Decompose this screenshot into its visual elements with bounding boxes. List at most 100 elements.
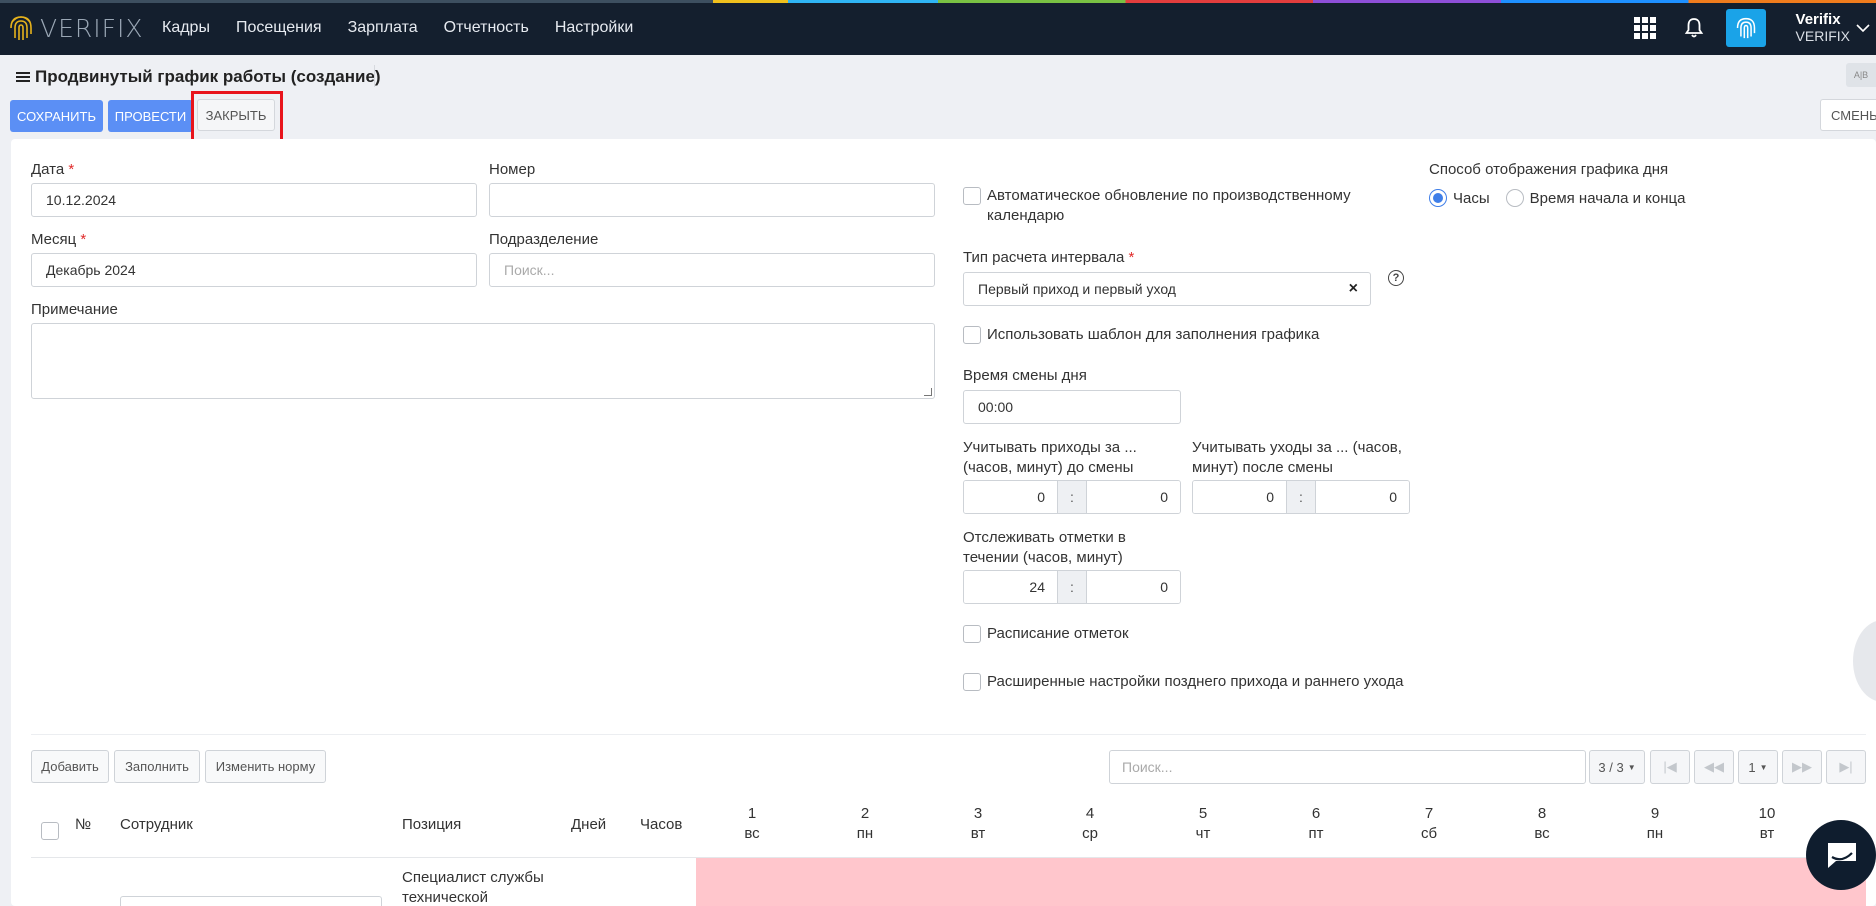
next-page-button[interactable]: ▶▶ — [1782, 750, 1822, 784]
nav-item-attendance[interactable]: Посещения — [236, 19, 322, 37]
number-field[interactable] — [489, 183, 935, 217]
col-day-6[interactable]: 6 пт — [1286, 804, 1346, 844]
add-button[interactable]: Добавить — [31, 750, 109, 783]
resize-handle[interactable] — [924, 388, 932, 396]
employee-select-input[interactable] — [120, 896, 382, 906]
month-field[interactable]: Декабрь 2024 — [31, 253, 477, 287]
auto-update-checkbox[interactable] — [963, 187, 981, 205]
page-select[interactable]: 1 ▼ — [1738, 750, 1778, 784]
post-button[interactable]: ПРОВЕСТИ — [108, 100, 193, 132]
col-position[interactable]: Позиция — [402, 816, 461, 833]
use-template-checkbox-row[interactable]: Использовать шаблон для заполнения графи… — [963, 325, 1319, 345]
col-employee[interactable]: Сотрудник — [120, 816, 193, 833]
arrivals-time-pair: 0 : 0 — [963, 480, 1181, 514]
select-all-checkbox[interactable] — [41, 822, 59, 840]
next-page-icon: ▶▶ — [1792, 759, 1812, 774]
fingerprint-icon — [1736, 17, 1755, 38]
use-template-checkbox[interactable] — [963, 326, 981, 344]
bell-icon[interactable] — [1682, 16, 1706, 40]
time-colon: : — [1057, 571, 1087, 603]
col-day-9[interactable]: 9 пн — [1625, 804, 1685, 844]
language-toggle-button[interactable]: A|B — [1846, 63, 1876, 87]
arrivals-hours-field[interactable]: 0 — [964, 481, 1057, 513]
user-name: Verifix — [1795, 10, 1841, 28]
marks-schedule-checkbox[interactable] — [963, 625, 981, 643]
col-day-1[interactable]: 1 вс — [722, 804, 782, 844]
auto-update-label: Автоматическое обновление по производств… — [987, 187, 1351, 224]
radio-start-end[interactable] — [1505, 189, 1524, 207]
advanced-settings-label: Расширенные настройки позднего прихода и… — [987, 673, 1404, 690]
menu-icon[interactable] — [16, 70, 30, 84]
shift-time-label: Время смены дня — [963, 367, 1087, 384]
radio-start-end-label[interactable]: Время начала и конца — [1530, 190, 1686, 207]
fill-button[interactable]: Заполнить — [114, 750, 200, 783]
display-mode-radio-group: Часы Время начала и конца — [1429, 189, 1685, 207]
page-title-text: Продвинутый график работы (создание) — [35, 67, 381, 86]
last-page-icon: ▶| — [1839, 759, 1853, 774]
table-search-input[interactable]: Поиск... — [1109, 750, 1586, 784]
nav-item-hr[interactable]: Кадры — [162, 19, 210, 37]
question-circle-icon[interactable]: ? — [1388, 270, 1404, 286]
radio-hours[interactable] — [1429, 189, 1447, 207]
prev-page-button[interactable]: ◀◀ — [1694, 750, 1734, 784]
arrivals-minutes-field[interactable]: 0 — [1087, 481, 1180, 513]
advanced-settings-checkbox-row[interactable]: Расширенные настройки позднего прихода и… — [963, 672, 1404, 692]
col-num[interactable]: № — [75, 816, 91, 833]
col-day-2[interactable]: 2 пн — [835, 804, 895, 844]
col-day-8[interactable]: 8 вс — [1512, 804, 1572, 844]
date-field[interactable]: 10.12.2024 — [31, 183, 477, 217]
note-textarea[interactable] — [31, 323, 935, 399]
page-title: Продвинутый график работы (создание) — [16, 67, 381, 87]
user-menu[interactable]: Verifix VERIFIX — [1796, 11, 1850, 45]
col-day-5[interactable]: 5 чт — [1173, 804, 1233, 844]
logo-text: VERIFIX — [40, 13, 144, 43]
departures-hours-field[interactable]: 0 — [1193, 481, 1286, 513]
interval-type-label: Тип расчета интервала * — [963, 249, 1135, 266]
save-button[interactable]: СОХРАНИТЬ — [10, 100, 103, 132]
col-hours[interactable]: Часов — [640, 816, 682, 833]
chat-button[interactable] — [1806, 820, 1876, 890]
last-page-button[interactable]: ▶| — [1826, 750, 1866, 784]
col-day-4[interactable]: 4 ср — [1060, 804, 1120, 844]
division-search-input[interactable]: Поиск... — [489, 253, 935, 287]
col-day-7[interactable]: 7 сб — [1399, 804, 1459, 844]
caret-down-icon: ▼ — [1759, 762, 1768, 772]
marks-schedule-checkbox-row[interactable]: Расписание отметок — [963, 624, 1129, 644]
chat-icon — [1828, 843, 1856, 868]
track-minutes-field[interactable]: 0 — [1087, 571, 1180, 603]
title-separator — [374, 65, 375, 87]
col-day-3[interactable]: 3 вт — [948, 804, 1008, 844]
top-navbar: VERIFIX Кадры Посещения Зарплата Отчетно… — [0, 0, 1876, 55]
clear-icon[interactable]: × — [1349, 280, 1358, 298]
track-marks-time-pair: 24 : 0 — [963, 570, 1181, 604]
auto-update-checkbox-row[interactable]: Автоматическое обновление по производств… — [963, 186, 1363, 226]
col-day-10[interactable]: 10 вт — [1737, 804, 1797, 844]
fingerprint-button[interactable] — [1725, 8, 1766, 47]
track-hours-field[interactable]: 24 — [964, 571, 1057, 603]
caret-down-icon: ▼ — [1627, 762, 1636, 772]
first-page-button[interactable]: |◀ — [1650, 750, 1690, 784]
logo[interactable]: VERIFIX — [8, 12, 144, 44]
division-label: Подразделение — [489, 231, 599, 248]
section-divider — [31, 734, 1866, 735]
shifts-button[interactable]: СМЕНЫ — [1820, 99, 1876, 131]
nav-item-salary[interactable]: Зарплата — [348, 19, 418, 37]
change-norm-button[interactable]: Изменить норму — [205, 750, 326, 783]
arrivals-label: Учитывать приходы за ... (часов, минут) … — [963, 439, 1137, 476]
chevron-down-icon[interactable] — [1856, 23, 1870, 33]
page-size-select[interactable]: 3 / 3 ▼ — [1589, 750, 1645, 784]
note-label: Примечание — [31, 301, 118, 318]
nav-item-reports[interactable]: Отчетность — [444, 19, 529, 37]
col-days[interactable]: Дней — [571, 816, 606, 833]
time-colon: : — [1057, 481, 1087, 513]
interval-type-select[interactable]: Первый приход и первый уход × — [963, 272, 1371, 306]
departures-minutes-field[interactable]: 0 — [1316, 481, 1409, 513]
day-cells-row[interactable] — [696, 858, 1866, 906]
main-nav: Кадры Посещения Зарплата Отчетность Наст… — [162, 0, 659, 55]
time-colon: : — [1286, 481, 1316, 513]
apps-grid-icon[interactable] — [1633, 16, 1656, 39]
shift-time-field[interactable]: 00:00 — [963, 390, 1181, 424]
radio-hours-label[interactable]: Часы — [1453, 190, 1490, 207]
nav-item-settings[interactable]: Настройки — [555, 19, 633, 37]
advanced-settings-checkbox[interactable] — [963, 673, 981, 691]
